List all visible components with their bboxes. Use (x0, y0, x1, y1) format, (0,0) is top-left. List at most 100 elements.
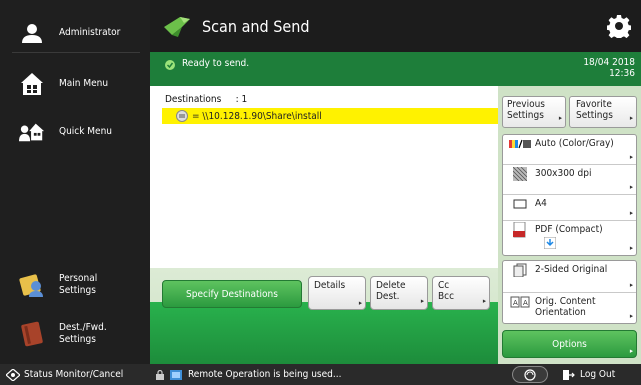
previous-label-line2: Settings (507, 110, 544, 121)
paper-icon (509, 195, 531, 213)
two-sided-value: 2-Sided Original (535, 264, 608, 275)
status-monitor-label: Status Monitor/Cancel (24, 369, 124, 380)
file-format-value: PDF (Compact) (535, 224, 603, 235)
action-bar: Specify Destinations Details ▸ Delete De… (150, 268, 498, 364)
orientation-value: Orig. Content Orientation (535, 296, 596, 318)
remote-message-text: Remote Operation is being used... (188, 369, 342, 380)
color-mode-value: Auto (Color/Gray) (535, 138, 614, 149)
arrow-icon: ▸ (358, 299, 362, 307)
app-title: Scan and Send (202, 16, 310, 36)
arrow-icon: ▸ (629, 244, 633, 252)
personal-settings-label: Personal Settings (59, 273, 98, 296)
arrow-icon: ▸ (629, 281, 633, 289)
lock-icon (156, 369, 164, 380)
favorite-settings-button[interactable]: Favorite Settings ▸ (569, 96, 637, 128)
specify-destinations-button[interactable]: Specify Destinations (162, 280, 302, 308)
destination-panel: Destinations : 1 = \\10.128.1.90\Share\i… (150, 86, 498, 364)
destination-list[interactable] (162, 124, 498, 268)
options-button[interactable]: Options ▸ (502, 330, 637, 358)
divider (12, 52, 140, 53)
color-mode-icon (509, 135, 531, 153)
delete-dest-button[interactable]: Delete Dest. ▸ (370, 276, 428, 310)
status-monitor-icon (6, 368, 20, 381)
resolution-icon (509, 165, 531, 183)
remote-screen-icon (170, 369, 182, 380)
status-info-icon (524, 368, 536, 381)
delete-label-line2: Dest. (376, 291, 400, 302)
resolution-setting[interactable]: 300x300 dpi ▸ (503, 165, 636, 195)
quick-menu-icon (19, 119, 45, 145)
status-time: 12:36 (609, 68, 635, 79)
two-sided-setting[interactable]: 2-Sided Original ▸ (503, 261, 636, 293)
delete-label-line1: Delete (376, 280, 406, 291)
main-menu-label: Main Menu (59, 78, 109, 89)
quick-menu-label: Quick Menu (59, 126, 113, 137)
details-button[interactable]: Details ▸ (308, 276, 366, 310)
scan-settings-group: Auto (Color/Gray) ▸ 300x300 dpi ▸ A4 ▸ P… (502, 134, 637, 256)
color-mode-setting[interactable]: Auto (Color/Gray) ▸ (503, 135, 636, 165)
previous-label-line1: Previous (507, 99, 545, 110)
arrow-icon: ▸ (629, 183, 633, 191)
two-sided-icon (509, 261, 531, 279)
cc-label: Cc (438, 280, 450, 291)
svg-text:A: A (523, 299, 528, 307)
address-book-icon (19, 321, 45, 347)
sidebar: Administrator Main Menu Quick Menu Perso… (0, 0, 150, 364)
svg-text:A: A (513, 299, 518, 307)
pdf-file-icon (509, 221, 531, 239)
bottom-bar: Status Monitor/Cancel Remote Operation i… (0, 364, 641, 385)
settings-panel: Previous Settings ▸ Favorite Settings ▸ … (498, 86, 641, 364)
previous-settings-button[interactable]: Previous Settings ▸ (502, 96, 566, 128)
user-label: Administrator (59, 27, 121, 38)
action-bar-footer (150, 302, 498, 364)
favorite-label-line2: Settings (576, 110, 613, 121)
options-label: Options (552, 338, 587, 350)
status-date: 18/04 2018 (583, 57, 635, 68)
destinations-header: Destinations : 1 (165, 94, 248, 105)
details-label: Details (314, 280, 346, 291)
quick-menu-button[interactable]: Quick Menu (0, 112, 150, 152)
specify-destinations-label: Specify Destinations (186, 288, 278, 300)
file-format-setting[interactable]: PDF (Compact) ▸ (503, 221, 636, 255)
logout-label: Log Out (580, 369, 616, 380)
cc-bcc-button[interactable]: Cc Bcc ▸ (432, 276, 490, 310)
arrow-icon: ▸ (420, 297, 424, 305)
status-monitor-button[interactable]: Status Monitor/Cancel (0, 364, 150, 385)
status-bar: Ready to send. 18/04 2018 12:36 (150, 52, 641, 86)
remote-operation-message: Remote Operation is being used... (156, 364, 341, 385)
paper-size-value: A4 (535, 198, 547, 209)
date-time: 18/04 2018 12:36 (583, 57, 635, 79)
arrow-icon: ▸ (629, 114, 633, 122)
personal-settings-button[interactable]: Personal Settings (0, 268, 150, 302)
system-status-button[interactable] (512, 366, 548, 383)
arrow-icon: ▸ (629, 347, 633, 355)
user-icon (19, 20, 45, 46)
favorite-label-line1: Favorite (576, 99, 612, 110)
ready-status-icon (165, 60, 175, 70)
logout-button[interactable]: Log Out (563, 364, 615, 385)
download-icon (543, 236, 557, 252)
logout-icon (563, 369, 575, 380)
arrow-icon: ▸ (629, 312, 633, 320)
shared-folder-icon (176, 110, 188, 122)
app-header: Scan and Send (150, 0, 641, 52)
destination-address: = \\10.128.1.90\Share\install (192, 110, 322, 122)
original-settings-group: 2-Sided Original ▸ AA Orig. Content Orie… (502, 260, 637, 324)
destination-row[interactable]: = \\10.128.1.90\Share\install (162, 108, 498, 124)
arrow-icon: ▸ (629, 209, 633, 217)
home-icon (19, 71, 45, 97)
main-menu-button[interactable]: Main Menu (0, 64, 150, 104)
paper-size-setting[interactable]: A4 ▸ (503, 195, 636, 221)
arrow-icon: ▸ (482, 297, 486, 305)
bcc-label: Bcc (438, 291, 455, 302)
gear-icon[interactable] (607, 14, 631, 38)
status-text: Ready to send. (182, 58, 250, 69)
scan-send-icon (164, 17, 190, 37)
dest-fwd-settings-button[interactable]: Dest./Fwd. Settings (0, 317, 150, 351)
user-account-button[interactable]: Administrator (0, 18, 150, 48)
orientation-icon: AA (509, 293, 531, 311)
arrow-icon: ▸ (629, 153, 633, 161)
orientation-setting[interactable]: AA Orig. Content Orientation ▸ (503, 293, 636, 323)
dest-fwd-settings-label: Dest./Fwd. Settings (59, 322, 107, 345)
resolution-value: 300x300 dpi (535, 168, 592, 179)
